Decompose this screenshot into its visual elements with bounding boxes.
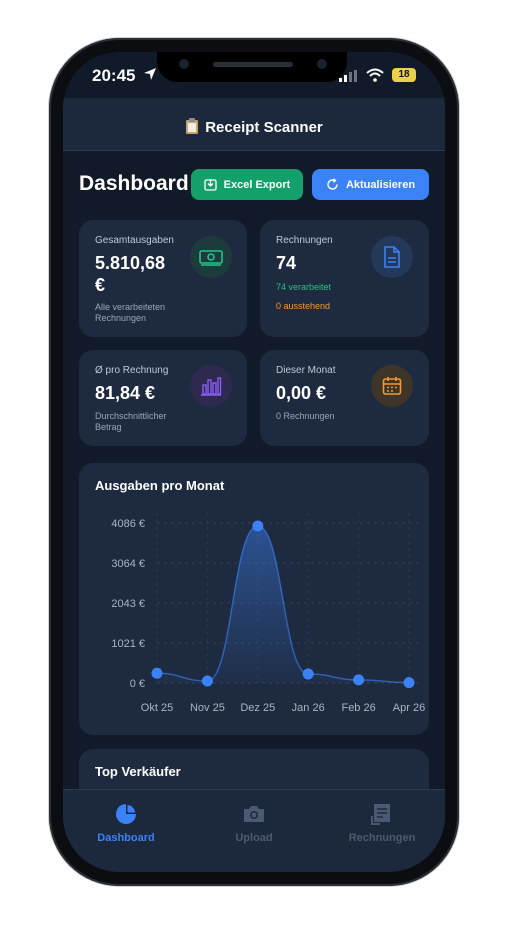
bar-chart-icon — [201, 377, 222, 396]
chart-point — [252, 520, 264, 532]
card-sub-1: Durchschnittlicher — [95, 411, 167, 421]
card-value: 74 — [276, 253, 297, 273]
tab-label: Upload — [235, 832, 273, 844]
x-tick-label: Jan 26 — [292, 702, 325, 714]
x-tick-label: Okt 25 — [141, 702, 173, 714]
y-tick-label: 3064 € — [111, 558, 145, 570]
card-value-amount: 5.810,68 — [95, 253, 166, 273]
wifi-icon — [366, 68, 384, 82]
chart-point — [353, 674, 365, 686]
excel-export-button[interactable]: Excel Export — [191, 169, 303, 200]
y-tick-label: 0 € — [130, 678, 145, 690]
app-screen: 20:45 18 Receipt Scanner Dashboard Excel… — [63, 52, 445, 872]
card-sub-1: Alle verarbeiteten — [95, 302, 166, 312]
card-label: Rechnungen — [276, 235, 333, 246]
top-sellers-title: Top Verkäufer — [95, 764, 181, 779]
device-notch — [157, 52, 347, 82]
x-tick-label: Nov 25 — [190, 702, 225, 714]
card-value-currency: € — [95, 275, 106, 295]
location-arrow-icon — [144, 68, 156, 80]
tab-label: Rechnungen — [348, 832, 416, 844]
invoices-card: Rechnungen 74 74 verarbeitet 0 ausstehen… — [260, 220, 429, 337]
excel-export-label: Excel Export — [223, 178, 291, 191]
card-value: 0,00 € — [276, 383, 327, 403]
refresh-label: Aktualisieren — [345, 178, 416, 191]
card-label: Dieser Monat — [276, 365, 336, 376]
chart-area — [157, 525, 409, 683]
chart-point — [302, 668, 314, 680]
chart-point — [151, 667, 163, 679]
card-sub-2: Betrag — [95, 422, 122, 432]
refresh-icon — [327, 178, 338, 190]
this-month-card: Dieser Monat 0,00 € 0 Rechnungen — [260, 350, 429, 446]
pie-chart-icon — [116, 803, 137, 824]
chart-point — [403, 677, 415, 689]
y-tick-label: 4086 € — [111, 518, 145, 530]
monthly-spend-chart: 0 € 1021 € 2043 € 3064 € 4086 € Okt 25 Nov 25 D… — [111, 513, 425, 714]
tab-upload[interactable]: Upload — [194, 802, 314, 844]
total-spend-card: Gesamtausgaben 5.810,68 € Alle verarbeit… — [79, 220, 247, 337]
bar-chart-icon-wrap — [190, 365, 232, 407]
app-header: Receipt Scanner — [63, 98, 445, 151]
status-time: 20:45 — [92, 66, 136, 85]
phone-frame: 20:45 18 Receipt Scanner Dashboard Excel… — [49, 38, 459, 886]
document-icon-wrap — [371, 236, 413, 278]
y-tick-label: 1021 € — [111, 638, 145, 650]
refresh-button[interactable]: Aktualisieren — [312, 169, 429, 200]
card-label: Gesamtausgaben — [95, 235, 174, 246]
monthly-spend-chart-card: Ausgaben pro Monat 0 €1021 €2043 €3064 €… — [79, 463, 429, 735]
processed-count: 74 verarbeitet — [276, 282, 332, 292]
card-value: 5.810,68 € — [95, 252, 165, 296]
battery-indicator: 18 — [392, 68, 416, 82]
tab-label: Dashboard — [97, 832, 155, 844]
speaker-grille — [213, 62, 293, 67]
page-title: Dashboard — [79, 172, 189, 195]
calendar-icon — [382, 377, 402, 395]
tab-dashboard[interactable]: Dashboard — [66, 802, 186, 844]
average-card: Ø pro Rechnung 81,84 € Durchschnittliche… — [79, 350, 247, 446]
calendar-icon-wrap — [371, 365, 413, 407]
x-tick-label: Apr 26 — [393, 702, 425, 714]
sensor-icon — [317, 59, 327, 69]
money-icon — [199, 250, 223, 266]
app-title-wrap: Receipt Scanner — [63, 118, 445, 136]
y-tick-label: 2043 € — [111, 598, 145, 610]
camera-icon — [179, 59, 189, 69]
pending-count: 0 ausstehend — [276, 301, 331, 311]
card-label: Ø pro Rechnung — [95, 365, 169, 376]
money-icon-wrap — [190, 236, 232, 278]
tab-bar: Dashboard Upload Rechnungen — [63, 789, 445, 872]
card-sub: 0 Rechnungen — [276, 411, 335, 421]
card-sub-2: Rechnungen — [95, 313, 147, 323]
receipt-icon — [371, 804, 390, 825]
card-value: 81,84 € — [95, 383, 156, 403]
camera-icon — [244, 806, 264, 822]
dashboard-content[interactable]: Dashboard Excel Export Aktualisieren Ges… — [63, 152, 445, 829]
x-tick-label: Dez 25 — [240, 702, 275, 714]
chart-point — [201, 675, 213, 687]
document-icon — [384, 246, 400, 268]
clipboard-icon — [186, 118, 199, 134]
app-title: Receipt Scanner — [205, 119, 323, 136]
download-icon — [204, 179, 217, 191]
x-tick-label: Feb 26 — [341, 702, 375, 714]
tab-invoices[interactable]: Rechnungen — [322, 802, 442, 844]
